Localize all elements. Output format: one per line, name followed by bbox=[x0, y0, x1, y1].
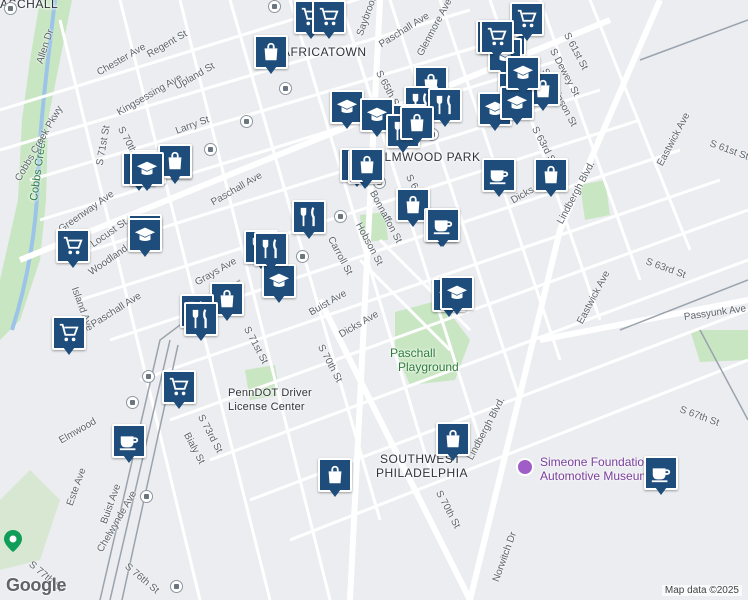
bag-icon bbox=[318, 458, 352, 492]
grocery-marker[interactable] bbox=[162, 370, 196, 412]
transit-stop-icon[interactable] bbox=[126, 396, 139, 409]
school-icon bbox=[330, 90, 364, 124]
transit-stop-icon[interactable] bbox=[334, 210, 347, 223]
cafe-marker[interactable] bbox=[426, 208, 460, 250]
green-area-far-east bbox=[690, 330, 748, 362]
grocery-marker[interactable] bbox=[56, 229, 90, 271]
transit-stop-icon[interactable] bbox=[170, 580, 183, 593]
cart-icon bbox=[510, 2, 544, 36]
transit-stop-icon[interactable] bbox=[140, 490, 153, 503]
poi-label: License Center bbox=[228, 401, 305, 413]
shopping-marker[interactable] bbox=[436, 422, 470, 464]
park-label: Playground bbox=[398, 360, 459, 374]
cafe-marker[interactable] bbox=[482, 158, 516, 200]
poi-label: Simeone Foundation bbox=[540, 455, 651, 469]
neighborhood-label: PHILADELPHIA bbox=[376, 466, 469, 480]
school-marker[interactable] bbox=[440, 276, 474, 318]
fork-knife-icon bbox=[184, 302, 218, 336]
cart-icon bbox=[480, 20, 514, 54]
school-marker[interactable] bbox=[128, 218, 162, 260]
shopping-marker[interactable] bbox=[254, 35, 288, 77]
school-marker[interactable] bbox=[330, 90, 364, 132]
coffee-icon bbox=[644, 456, 678, 490]
shopping-marker[interactable] bbox=[318, 458, 352, 500]
neighborhood-label: AFRICATOWN bbox=[282, 45, 367, 59]
place-pin-icon[interactable] bbox=[4, 530, 22, 552]
transit-stop-icon[interactable] bbox=[204, 143, 217, 156]
map-canvas[interactable]: ASCHALL AFRICATOWN ELMWOOD PARK SOUTHWES… bbox=[0, 0, 748, 600]
bag-icon bbox=[534, 158, 568, 192]
restaurant-marker[interactable] bbox=[292, 200, 326, 242]
bag-icon bbox=[350, 148, 384, 182]
grocery-marker[interactable] bbox=[52, 316, 86, 358]
restaurant-marker[interactable] bbox=[254, 232, 288, 274]
school-icon bbox=[128, 218, 162, 252]
park-label: Paschall bbox=[390, 346, 436, 360]
transit-stop-icon[interactable] bbox=[142, 370, 155, 383]
school-marker[interactable] bbox=[130, 152, 164, 194]
transit-stop-icon[interactable] bbox=[268, 0, 281, 13]
green-area-sw bbox=[0, 470, 60, 570]
school-marker[interactable] bbox=[506, 56, 540, 98]
bag-icon bbox=[400, 106, 434, 140]
bag-icon bbox=[436, 422, 470, 456]
shopping-marker[interactable] bbox=[534, 158, 568, 200]
cafe-marker[interactable] bbox=[644, 456, 678, 498]
google-logo: Google bbox=[6, 575, 67, 595]
school-icon bbox=[130, 152, 164, 186]
transit-stop-icon[interactable] bbox=[4, 2, 17, 15]
transit-stop-icon[interactable] bbox=[296, 250, 309, 263]
restaurant-marker[interactable] bbox=[184, 302, 218, 344]
school-icon bbox=[440, 276, 474, 310]
school-icon bbox=[506, 56, 540, 90]
map-data-attribution[interactable]: Map data ©2025 bbox=[661, 585, 742, 596]
shopping-marker[interactable] bbox=[400, 106, 434, 148]
transit-stop-icon[interactable] bbox=[279, 82, 292, 95]
fork-knife-icon bbox=[254, 232, 288, 266]
poi-label: Automotive Museum bbox=[540, 469, 650, 483]
coffee-icon bbox=[112, 424, 146, 458]
bag-icon bbox=[254, 35, 288, 69]
shopping-marker[interactable] bbox=[350, 148, 384, 190]
museum-icon[interactable] bbox=[516, 458, 534, 476]
fork-knife-icon bbox=[292, 200, 326, 234]
cart-icon bbox=[162, 370, 196, 404]
cafe-marker[interactable] bbox=[112, 424, 146, 466]
coffee-icon bbox=[426, 208, 460, 242]
transit-stop-icon[interactable] bbox=[240, 115, 253, 128]
cart-icon bbox=[56, 229, 90, 263]
cart-icon bbox=[52, 316, 86, 350]
coffee-icon bbox=[482, 158, 516, 192]
cart-icon bbox=[312, 0, 346, 34]
poi-label: PennDOT Driver bbox=[228, 387, 312, 399]
grocery-marker[interactable] bbox=[312, 0, 346, 42]
